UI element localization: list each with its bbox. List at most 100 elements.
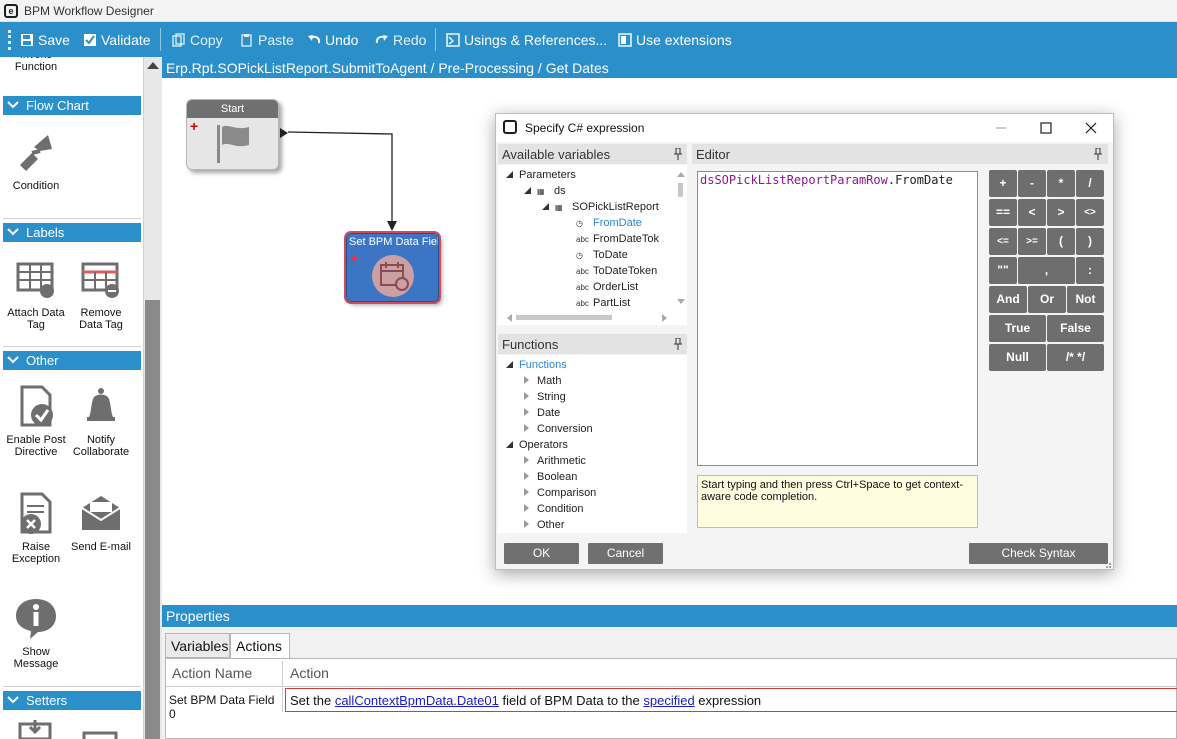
not-button[interactable]: Not (1067, 286, 1104, 313)
tree-node-fromdatetoken[interactable]: abc FromDateTok (576, 231, 659, 247)
open-paren-button[interactable]: ( (1047, 228, 1075, 255)
expanded-arrow-icon (506, 171, 513, 178)
collapsed-arrow-icon (524, 376, 529, 384)
operator-less-equal-button[interactable]: <= (989, 228, 1017, 255)
variables-pane-header: Available variables (498, 144, 687, 164)
action-text: field of BPM Data to the (498, 693, 644, 708)
app-icon (503, 120, 517, 134)
expanded-arrow-icon (542, 203, 549, 210)
expression-editor[interactable]: dsSOPickListReportParamRow.FromDate (697, 171, 978, 466)
table-row-action-description[interactable]: Set the callContextBpmData.Date01 field … (285, 688, 1177, 712)
operator-equals-button[interactable]: == (989, 199, 1017, 226)
variables-vscrollbar[interactable] (676, 171, 686, 311)
tree-node-partlist[interactable]: abc PartList (576, 295, 630, 311)
table-row-action-name[interactable]: Set BPM Data Field 0 (166, 688, 283, 721)
editor-pane-header: Editor (692, 144, 1108, 164)
tree-node-date[interactable]: Date (524, 405, 560, 421)
operator-less-button[interactable]: < (1018, 199, 1046, 226)
clock-icon: ◷ (576, 251, 583, 260)
operator-divide-button[interactable]: / (1076, 170, 1104, 197)
maximize-button[interactable] (1023, 114, 1069, 142)
close-button[interactable] (1068, 114, 1114, 142)
tree-node-boolean[interactable]: Boolean (524, 469, 577, 485)
scroll-down-arrow-icon[interactable] (677, 299, 685, 305)
scroll-left-arrow-icon[interactable] (506, 314, 512, 322)
plus-icon[interactable]: + (350, 251, 358, 265)
comment-button[interactable]: /* */ (1047, 344, 1104, 371)
column-header-action-name[interactable]: Action Name (166, 661, 283, 686)
scrollbar-thumb[interactable] (678, 183, 683, 197)
tree-node-table[interactable]: ▦ SOPickListReport (542, 199, 659, 215)
collapsed-arrow-icon (524, 520, 529, 528)
pin-icon[interactable] (673, 148, 683, 160)
scroll-right-arrow-icon[interactable] (662, 314, 668, 322)
and-button[interactable]: And (989, 286, 1027, 313)
minimize-icon (996, 127, 1006, 129)
variables-hscrollbar[interactable] (502, 313, 672, 322)
ok-button[interactable]: OK (504, 543, 579, 564)
tree-node-math[interactable]: Math (524, 373, 561, 389)
tree-node-parameters[interactable]: Parameters (506, 167, 576, 183)
tree-node-other[interactable]: Other (524, 517, 565, 533)
expanded-arrow-icon (524, 187, 531, 194)
operator-multiply-button[interactable]: * (1047, 170, 1075, 197)
scrollbar-thumb[interactable] (516, 315, 612, 320)
false-button[interactable]: False (1047, 315, 1104, 342)
operator-greater-equal-button[interactable]: >= (1018, 228, 1046, 255)
plus-icon[interactable]: + (190, 119, 198, 133)
tree-node-condition[interactable]: Condition (524, 501, 583, 517)
or-button[interactable]: Or (1028, 286, 1066, 313)
tree-node-ds[interactable]: ▦ ds (524, 183, 566, 199)
collapsed-arrow-icon (524, 392, 529, 400)
start-node[interactable]: Start + (186, 99, 279, 170)
variables-tree: Parameters ▦ ds ▦ SOPickListReport ◷ FromDa… (498, 165, 687, 325)
clock-icon: ◷ (576, 219, 583, 228)
tree-node-fromdate[interactable]: ◷ FromDate (576, 215, 642, 231)
tree-node-functions[interactable]: Functions (506, 357, 567, 373)
expanded-arrow-icon (506, 361, 513, 368)
dialog-title-bar[interactable]: Specify C# expression (496, 114, 1113, 142)
pin-icon[interactable] (673, 338, 683, 350)
tree-node-orderlist[interactable]: abc OrderList (576, 279, 638, 295)
true-button[interactable]: True (989, 315, 1046, 342)
tree-node-operators[interactable]: Operators (506, 437, 568, 453)
variables-header-label: Available variables (502, 147, 611, 162)
comma-button[interactable]: , (1018, 257, 1075, 284)
action-text: expression (694, 693, 762, 708)
editor-object-token: dsSOPickListReportParamRow (700, 173, 888, 187)
colon-button[interactable]: : (1076, 257, 1104, 284)
cancel-button[interactable]: Cancel (588, 543, 663, 564)
quotes-button[interactable]: "" (989, 257, 1017, 284)
operator-not-equal-button[interactable]: <> (1076, 199, 1104, 226)
tree-node-conversion[interactable]: Conversion (524, 421, 593, 437)
dialog-title: Specify C# expression (525, 121, 645, 135)
operator-minus-button[interactable]: - (1018, 170, 1046, 197)
tree-node-string[interactable]: String (524, 389, 566, 405)
specified-expression-link[interactable]: specified (643, 693, 694, 708)
column-header-action[interactable]: Action (284, 661, 1174, 686)
pin-icon[interactable] (1093, 148, 1103, 160)
tab-variables[interactable]: Variables (165, 633, 230, 658)
collapsed-arrow-icon (524, 424, 529, 432)
resize-grip-icon[interactable] (1102, 559, 1112, 569)
output-port-icon[interactable] (280, 128, 288, 138)
properties-header: Properties (162, 605, 1177, 627)
collapsed-arrow-icon (524, 456, 529, 464)
operator-greater-button[interactable]: > (1047, 199, 1075, 226)
tab-actions[interactable]: Actions (230, 633, 290, 659)
minimize-button[interactable] (978, 114, 1024, 142)
dataset-icon: ▦ (537, 187, 545, 196)
scroll-up-arrow-icon[interactable] (677, 171, 685, 177)
tree-node-todate[interactable]: ◷ ToDate (576, 247, 628, 263)
tree-node-todatetoken[interactable]: abc ToDateToken (576, 263, 657, 279)
tree-node-comparison[interactable]: Comparison (524, 485, 596, 501)
operator-plus-button[interactable]: + (989, 170, 1017, 197)
null-button[interactable]: Null (989, 344, 1046, 371)
check-syntax-button[interactable]: Check Syntax (969, 543, 1108, 564)
close-paren-button[interactable]: ) (1076, 228, 1104, 255)
text-type-icon: abc (576, 299, 589, 308)
tree-node-arithmetic[interactable]: Arithmetic (524, 453, 586, 469)
grid-divider (166, 686, 1177, 687)
bpm-field-link[interactable]: callContextBpmData.Date01 (335, 693, 499, 708)
set-bpm-data-field-node[interactable]: Set BPM Data Field + (344, 231, 441, 304)
